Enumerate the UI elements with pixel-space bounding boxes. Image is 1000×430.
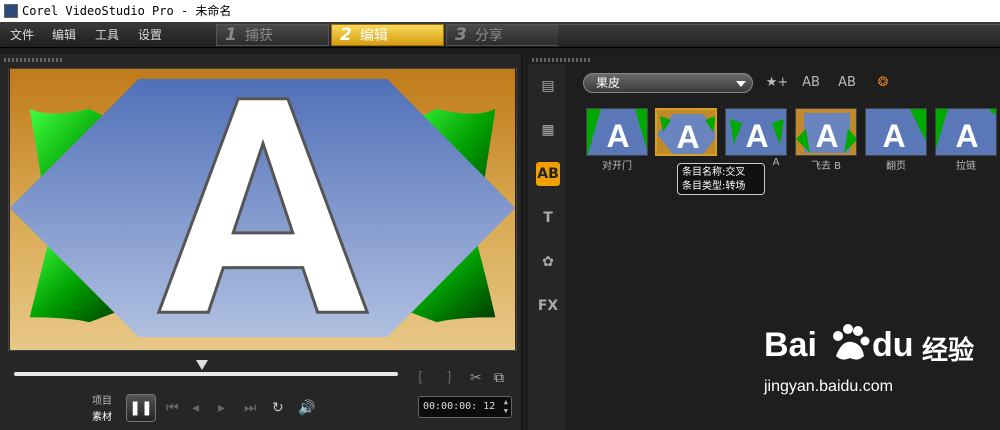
filter-fx-icon[interactable]: FX	[536, 294, 560, 318]
media-icon[interactable]: ▤	[536, 74, 560, 98]
watermark-url: jingyan.baidu.com	[764, 378, 893, 395]
transition-thumb-4[interactable]: A	[795, 108, 857, 156]
title-icon[interactable]: T	[536, 206, 560, 230]
svg-text:A: A	[955, 118, 978, 154]
instant-project-icon[interactable]: ▦	[536, 118, 560, 142]
svg-text:A: A	[815, 118, 838, 154]
transition-thumb-5[interactable]: A	[865, 108, 927, 156]
svg-text:A: A	[745, 118, 768, 154]
watermark-brand-2: du	[872, 326, 914, 364]
transition-thumb-2[interactable]: A	[655, 108, 717, 156]
workflow-steps: 1 捕获 2 编辑 3 分享	[216, 24, 561, 46]
graphic-icon[interactable]: ✿	[536, 250, 560, 274]
category-dropdown[interactable]: 果皮	[583, 73, 753, 93]
mark-in-icon[interactable]: [	[418, 370, 423, 386]
svg-text:A: A	[882, 118, 905, 154]
thumb-image: A	[935, 108, 997, 156]
svg-text:A: A	[606, 118, 629, 154]
scrubber-track[interactable]	[14, 372, 398, 376]
menu-tools[interactable]: 工具	[95, 22, 119, 48]
play-pause-button[interactable]: ❚❚	[126, 394, 156, 422]
watermark-brand: Bai	[764, 326, 817, 364]
paw-icon	[833, 324, 870, 360]
transition-icon[interactable]: AB	[536, 162, 560, 186]
repeat-icon[interactable]: ↻	[272, 400, 284, 416]
thumb-label-4: 飞去 B	[810, 161, 842, 172]
step-edit[interactable]: 2 编辑	[331, 24, 444, 46]
svg-text:A: A	[676, 119, 699, 155]
apply-current-icon[interactable]: AB	[834, 72, 860, 94]
thumb-label-1: 对开门	[602, 161, 632, 172]
preview-image	[9, 69, 516, 350]
library-side-tabs: ▤ ▦ AB T ✿ FX	[528, 64, 566, 430]
library-grip[interactable]	[532, 58, 592, 62]
go-to-end-icon[interactable]: ⏭	[244, 400, 257, 416]
tooltip-type: 条目类型:转场	[682, 181, 746, 192]
next-frame-icon[interactable]: ▸	[218, 400, 225, 416]
watermark-cn: 经验	[922, 336, 975, 366]
step-bar-filler	[558, 24, 1000, 46]
thumb-image: A	[865, 108, 927, 156]
thumb-image: A	[655, 108, 717, 156]
go-to-start-icon[interactable]: ⏮	[166, 400, 179, 416]
tooltip-name: 条目名称:交叉	[682, 167, 746, 178]
enlarge-preview-icon[interactable]: ⧉	[494, 370, 504, 386]
menu-settings[interactable]: 设置	[138, 22, 162, 48]
transition-thumb-6[interactable]: A	[935, 108, 997, 156]
previous-frame-icon[interactable]: ◂	[192, 400, 199, 416]
preview-window	[8, 68, 517, 351]
mode-clip-label[interactable]: 素材	[92, 408, 112, 423]
mode-project-label[interactable]: 项目	[92, 392, 112, 407]
preview-panel: [ ] ✂ ⧉ 项目 素材 ❚❚ ⏮ ◂ ▸ ⏭ ↻ 🔊 00:00:00: 1…	[0, 54, 522, 430]
volume-icon[interactable]: 🔊	[298, 400, 315, 416]
transition-thumb-3[interactable]: A	[725, 108, 787, 156]
thumb-label-6: 拉链	[956, 161, 976, 172]
thumb-image: A	[725, 108, 787, 156]
step-share[interactable]: 3 分享	[446, 24, 559, 46]
app-icon	[4, 4, 18, 18]
panel-grip[interactable]	[4, 58, 64, 62]
timecode-field[interactable]: 00:00:00: 12 ▲ ▼	[418, 396, 512, 418]
window-title: Corel VideoStudio Pro - 未命名	[22, 4, 232, 18]
step-capture[interactable]: 1 捕获	[216, 24, 329, 46]
item-tooltip: 条目名称:交叉 条目类型:转场	[677, 163, 765, 195]
menu-edit[interactable]: 编辑	[52, 22, 76, 48]
scrubber-handle[interactable]	[196, 360, 209, 372]
thumb-label-5: 翻页	[886, 161, 906, 172]
thumb-image: A	[795, 108, 857, 156]
get-more-icon[interactable]: ❂	[870, 72, 896, 94]
baidu-watermark: Bai du 经验 jingyan.baidu.com	[762, 322, 998, 412]
chevron-down-icon	[736, 81, 746, 87]
add-favorite-icon[interactable]: ★+	[764, 72, 790, 94]
timecode-value: 00:00:00: 12	[423, 401, 496, 412]
menu-file[interactable]: 文件	[10, 22, 34, 48]
apply-random-icon[interactable]: AB	[798, 72, 824, 94]
cut-scissors-icon[interactable]: ✂	[470, 370, 482, 386]
thumb-image: A	[586, 108, 648, 156]
timecode-spinner[interactable]: ▲ ▼	[504, 398, 508, 416]
mark-out-icon[interactable]: ]	[446, 370, 451, 386]
window-titlebar: Corel VideoStudio Pro - 未命名	[0, 0, 1000, 22]
transition-thumb-1[interactable]: A	[586, 108, 648, 156]
